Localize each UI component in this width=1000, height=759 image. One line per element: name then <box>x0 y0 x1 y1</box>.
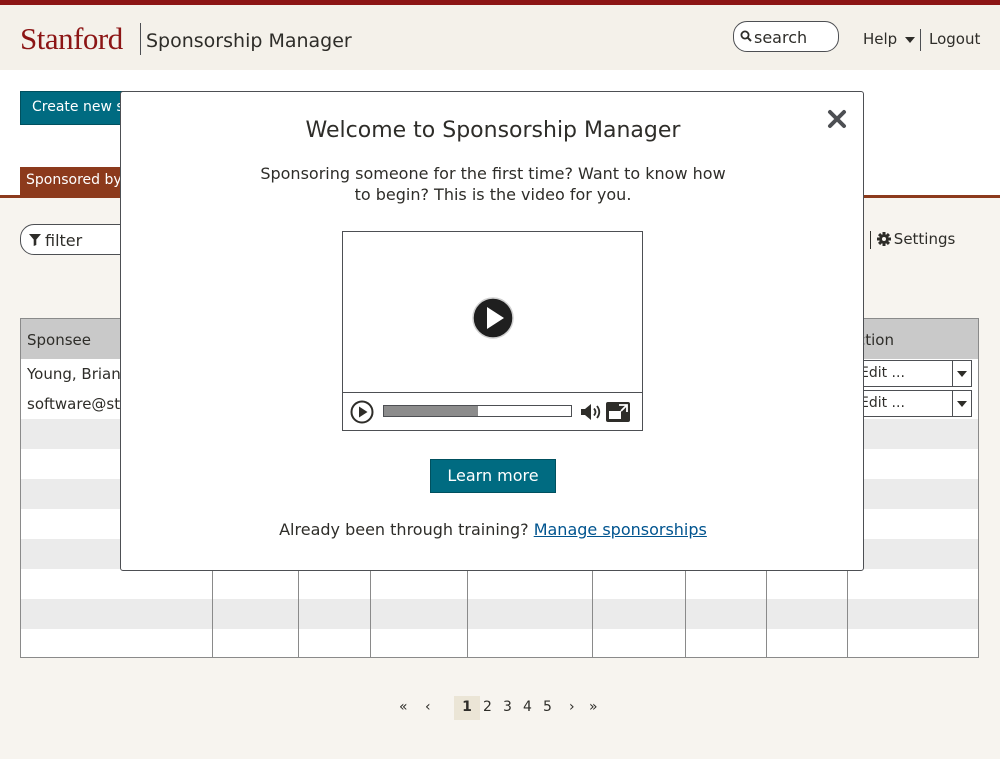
column-divider <box>847 569 848 657</box>
action-dropdown-label: Edit ... <box>860 395 905 411</box>
manage-sponsorships-link[interactable]: Manage sponsorships <box>534 520 707 539</box>
link-separator <box>869 230 871 249</box>
action-dropdown[interactable]: Edit ... <box>851 390 972 417</box>
search-icon <box>740 30 752 42</box>
page-2-button[interactable]: 2 <box>483 696 492 720</box>
search-box[interactable] <box>733 21 839 52</box>
video-controls <box>343 392 642 430</box>
column-divider <box>467 569 468 657</box>
play-icon[interactable] <box>471 296 515 340</box>
sponsee-name[interactable]: software@sta <box>27 395 129 413</box>
prev-page-button[interactable]: ‹ <box>425 696 431 720</box>
modal-subtitle: Sponsoring someone for the first time? W… <box>260 164 726 204</box>
next-page-button[interactable]: › <box>569 696 575 720</box>
search-input[interactable] <box>754 26 834 48</box>
volume-icon[interactable] <box>579 401 603 423</box>
pagination: « ‹ 1 2 3 4 5 › » <box>393 696 613 720</box>
fullscreen-icon[interactable] <box>605 401 631 423</box>
page-5-button[interactable]: 5 <box>543 696 552 720</box>
help-label: Help <box>863 30 898 48</box>
table-row <box>21 569 978 599</box>
app-title[interactable]: Sponsorship Manager <box>146 30 352 52</box>
column-divider <box>766 569 767 657</box>
chevron-down-icon <box>952 391 971 416</box>
logout-link[interactable]: Logout <box>929 30 980 48</box>
page-4-button[interactable]: 4 <box>523 696 532 720</box>
video-player[interactable] <box>342 231 643 431</box>
first-page-button[interactable]: « <box>399 696 408 720</box>
play-icon[interactable] <box>350 400 374 424</box>
modal-footer: Already been through training? Manage sp… <box>121 520 865 539</box>
chevron-down-icon <box>952 361 971 386</box>
column-divider <box>298 569 299 657</box>
filter-icon <box>29 234 41 246</box>
modal-title: Welcome to Sponsorship Manager <box>305 118 681 143</box>
action-dropdown[interactable]: Edit ... <box>851 360 972 387</box>
column-divider <box>685 569 686 657</box>
stanford-logo[interactable]: Stanford <box>20 21 123 57</box>
brand-divider <box>140 23 141 55</box>
gear-icon <box>876 232 891 246</box>
col-header-sponsee[interactable]: Sponsee <box>27 331 91 349</box>
column-divider <box>212 569 213 657</box>
app-header: Stanford Sponsorship Manager Help Logout <box>0 5 1000 70</box>
column-divider <box>592 569 593 657</box>
settings-link[interactable]: Settings <box>894 230 956 248</box>
modal-footer-text: Already been through training? <box>279 520 529 539</box>
page-3-button[interactable]: 3 <box>503 696 512 720</box>
table-row <box>21 629 978 659</box>
page-1-button[interactable]: 1 <box>454 696 480 720</box>
last-page-button[interactable]: » <box>589 696 598 720</box>
welcome-modal: Welcome to Sponsorship Manager Sponsorin… <box>120 91 864 571</box>
video-progress-bar[interactable] <box>383 405 572 417</box>
header-divider <box>920 29 921 51</box>
learn-more-button[interactable]: Learn more <box>430 459 556 493</box>
help-menu[interactable]: Help <box>863 30 916 48</box>
column-divider <box>370 569 371 657</box>
table-row <box>21 599 978 629</box>
action-dropdown-label: Edit ... <box>860 365 905 381</box>
sponsee-name[interactable]: Young, Brian <box>27 365 121 383</box>
chevron-down-icon <box>905 36 916 43</box>
video-progress-fill <box>384 406 478 416</box>
